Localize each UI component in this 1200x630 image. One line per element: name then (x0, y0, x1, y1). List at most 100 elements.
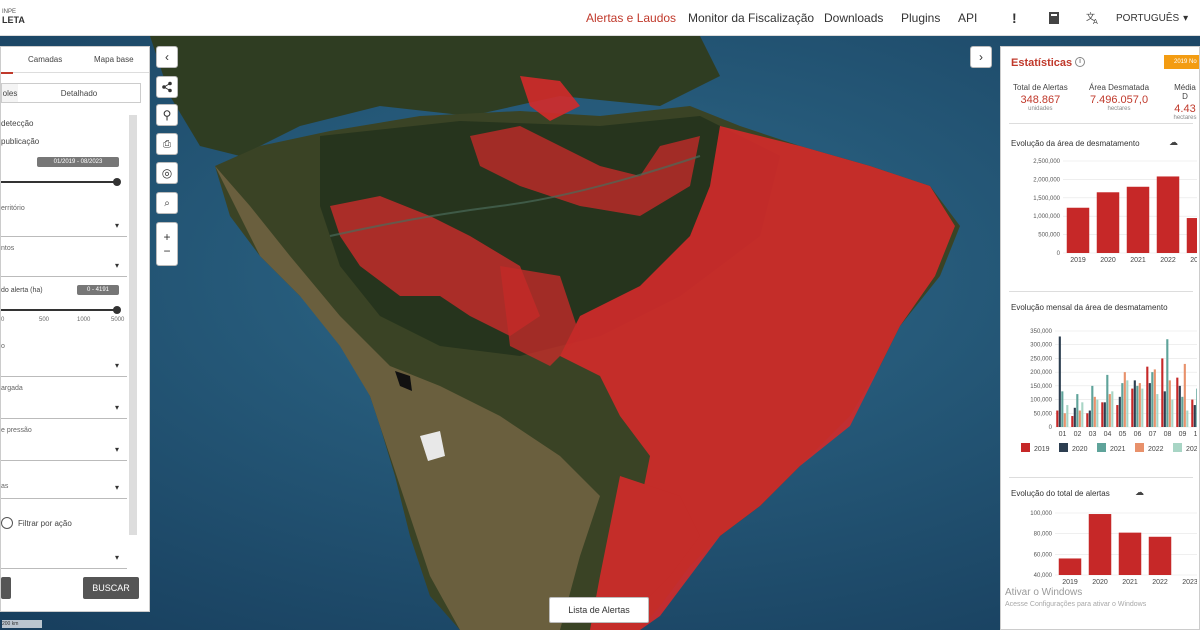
nav-alertas-label[interactable]: Alertas e Laudos (586, 11, 676, 25)
radio-deteccao[interactable]: detecção (1, 119, 33, 128)
chevron-down-icon: ▾ (114, 445, 119, 454)
print-button[interactable]: ⎙ (156, 133, 178, 155)
date-range-badge: 01/2019 - 08/2023 (37, 157, 119, 167)
date-slider-track[interactable] (1, 181, 119, 183)
bar (1186, 218, 1197, 253)
stat-value: 348.867 (1020, 94, 1061, 106)
subtab-detalhado[interactable]: Detalhado (18, 84, 140, 102)
zoom-control[interactable]: + − (156, 222, 178, 266)
filter-select-4[interactable]: as ▾ (1, 471, 127, 499)
bar (1151, 372, 1154, 427)
zoom-select-button[interactable]: ⌕ (156, 192, 178, 214)
bar (1103, 402, 1106, 427)
panel-scrollbar[interactable] (129, 115, 137, 535)
buscar-button[interactable]: BUSCAR (83, 577, 139, 599)
collapse-right-button[interactable]: › (970, 46, 992, 68)
nav-downloads-label[interactable]: Downloads (824, 11, 883, 25)
estados-select[interactable]: ntos ▾ (1, 245, 127, 277)
filtrar-toggle[interactable] (1, 517, 13, 529)
acao-select[interactable]: ▾ (1, 545, 127, 569)
bar (1096, 399, 1099, 427)
bar (1141, 388, 1144, 427)
bar (1086, 413, 1089, 427)
x-tick-label: 2022 (1160, 257, 1176, 264)
filter-select-1[interactable]: o ▾ (1, 343, 127, 377)
collapse-left-button[interactable]: ‹ (156, 46, 178, 68)
bar (1123, 372, 1126, 427)
clear-button[interactable] (1, 577, 11, 599)
bar (1056, 410, 1059, 427)
bar (1136, 385, 1139, 427)
x-tick-label: 05 (1119, 431, 1127, 438)
zoom-box-icon: ⌕ (164, 197, 170, 209)
legend-label: 2021 (1110, 446, 1126, 453)
bar (1121, 383, 1124, 427)
location-button[interactable]: ⚲ (156, 104, 178, 126)
filter-select-3[interactable]: e pressão ▾ (1, 427, 127, 461)
cloud-download-icon[interactable]: ☁ (1169, 137, 1178, 148)
bar (1066, 207, 1090, 253)
zoom-out-icon[interactable]: − (163, 244, 170, 258)
x-tick-label: 04 (1104, 431, 1112, 438)
filter-select-2[interactable]: argada ▾ (1, 385, 127, 419)
nav-downloads[interactable]: Downloads (824, 0, 883, 36)
chart2-title: Evolução mensal da área de desmatamento (1011, 303, 1168, 312)
stat-title: Área Desmatada (1089, 83, 1150, 92)
nav-plugins[interactable]: Plugins (901, 0, 940, 36)
legend-swatch (1173, 443, 1182, 452)
radio-publicacao[interactable]: publicação (1, 137, 39, 146)
bar (1138, 383, 1141, 427)
date-slider-handle[interactable] (113, 178, 121, 186)
lista-alertas-button[interactable]: Lista de Alertas (549, 597, 649, 623)
share-button[interactable] (156, 76, 178, 98)
language-select[interactable]: PORTUGUÊS ▾ (1116, 0, 1188, 36)
bar (1148, 383, 1151, 427)
legend-label: 2020 (1072, 446, 1088, 453)
y-tick-label: 60,000 (1034, 552, 1053, 558)
alert-icon[interactable]: ! (1012, 0, 1017, 36)
area-slider-track[interactable] (1, 309, 119, 311)
translate-icon[interactable]: 文A (1086, 0, 1100, 36)
target-button[interactable]: ◎ (156, 162, 178, 184)
bar (1078, 410, 1081, 427)
area-tick: 0 (1, 317, 5, 323)
bar (1116, 405, 1119, 427)
nav-monitor[interactable]: Monitor da Fiscalização (688, 0, 814, 36)
subtab-simples[interactable]: oles (2, 84, 18, 102)
area-slider-handle[interactable] (113, 306, 121, 314)
tab-camadas[interactable]: Camadas (28, 55, 62, 64)
bar (1058, 558, 1082, 575)
chevron-left-icon: ‹ (165, 50, 169, 64)
nav-monitor-label[interactable]: Monitor da Fiscalização (688, 11, 814, 25)
filter-label-1: o (1, 343, 5, 350)
bar (1076, 394, 1079, 427)
cloud-download-icon[interactable]: ☁ (1135, 487, 1144, 498)
chevron-down-icon: ▾ (114, 221, 119, 230)
bar (1108, 394, 1111, 427)
period-badge[interactable]: 2019 No (1164, 55, 1199, 69)
book-icon[interactable] (1048, 0, 1060, 36)
nav-alertas[interactable]: Alertas e Laudos (586, 0, 676, 36)
bar (1101, 402, 1104, 427)
nav-plugins-label[interactable]: Plugins (901, 11, 940, 25)
bar (1081, 402, 1084, 427)
windows-watermark: Ativar o Windows (1005, 587, 1083, 598)
bar (1058, 336, 1061, 427)
stats-panel: Estatísticas i 2019 No Total de Alertas … (1000, 46, 1200, 630)
info-icon[interactable]: i (1075, 57, 1085, 67)
legend-label: 2019 (1034, 446, 1050, 453)
app-logo[interactable]: INPE LETA (2, 8, 25, 30)
x-tick-label: 02 (1074, 431, 1082, 438)
nav-api[interactable]: API (958, 0, 977, 36)
map-scale: 200 km (2, 620, 42, 628)
zoom-in-icon[interactable]: + (163, 230, 170, 244)
bar (1111, 391, 1114, 427)
nav-api-label[interactable]: API (958, 11, 977, 25)
x-tick-label: 2019 (1070, 257, 1086, 264)
stat-title: Média D (1174, 83, 1196, 101)
legend-swatch (1059, 443, 1068, 452)
tab-mapa-base[interactable]: Mapa base (94, 55, 134, 64)
stat-unit: hectares (1107, 106, 1131, 112)
territorio-select[interactable]: erritório ▾ (1, 205, 127, 237)
language-label: PORTUGUÊS (1116, 12, 1180, 24)
